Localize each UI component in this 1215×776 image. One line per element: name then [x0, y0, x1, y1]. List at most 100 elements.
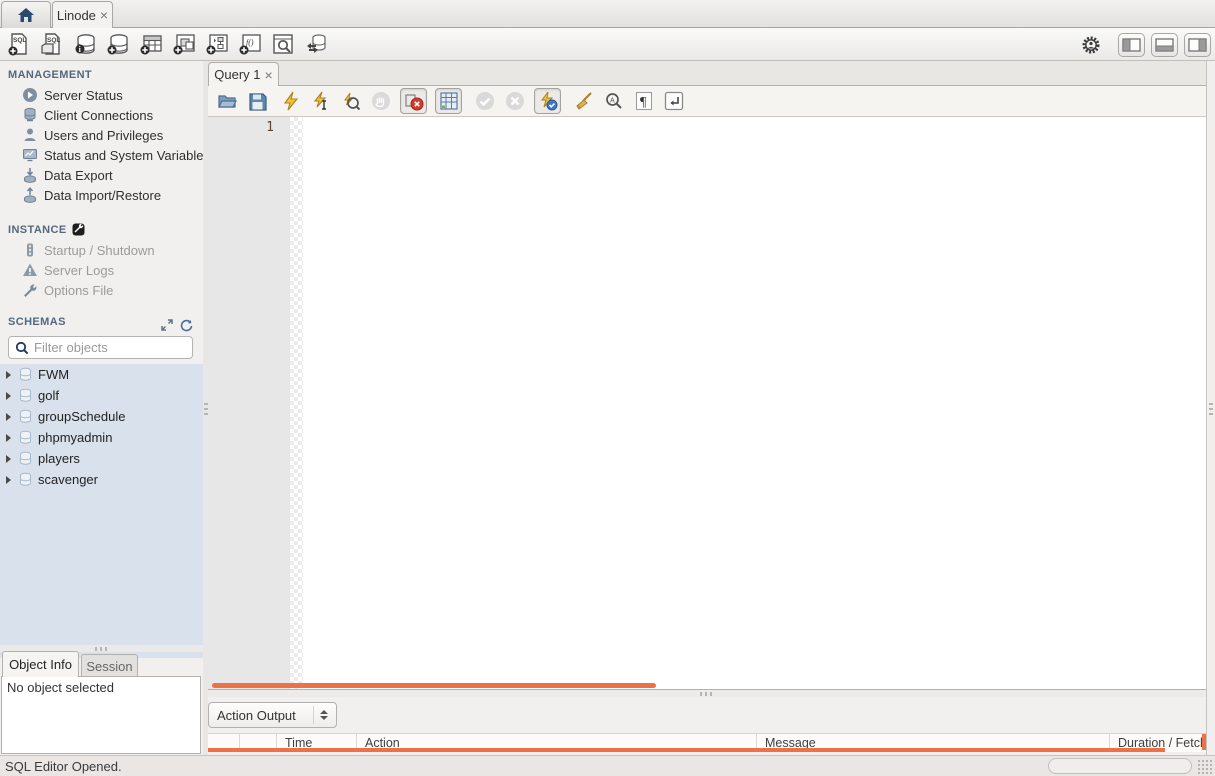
tab-object-info[interactable]: Object Info	[2, 651, 79, 677]
chevron-right-icon[interactable]	[6, 475, 11, 484]
search-table-data-icon[interactable]	[270, 31, 296, 57]
svg-text:A: A	[610, 98, 615, 105]
server-logs-icon	[22, 262, 38, 278]
output-horizontal-scrollbar[interactable]	[208, 748, 1165, 752]
autocommit-toggle[interactable]	[534, 88, 561, 114]
line-number-gutter: 1	[208, 117, 290, 689]
main-toolbar: SQL SQL i f()	[0, 28, 1215, 61]
find-icon[interactable]: A	[603, 90, 625, 112]
create-view-icon[interactable]	[171, 31, 197, 57]
open-script-icon[interactable]	[216, 90, 238, 112]
schema-filter-input[interactable]	[34, 340, 210, 355]
data-import-icon	[22, 187, 38, 203]
sidebar-item-data-import[interactable]: Data Import/Restore	[0, 185, 203, 205]
refresh-icon[interactable]	[180, 319, 193, 332]
sql-code-editor[interactable]: 1	[208, 117, 1206, 690]
sidebar-item-data-export[interactable]: Data Export	[0, 165, 203, 185]
limit-rows-toggle[interactable]	[435, 88, 462, 114]
chevron-right-icon[interactable]	[6, 433, 11, 442]
editor-horizontal-scrollbar[interactable]	[212, 683, 656, 688]
close-icon[interactable]: ×	[265, 68, 273, 82]
chevron-right-icon[interactable]	[6, 412, 11, 421]
sidebar-item-server-logs[interactable]: Server Logs	[0, 260, 203, 280]
schema-icon	[18, 430, 33, 445]
sidebar-item-system-variables[interactable]: Status and System Variables	[0, 145, 203, 165]
right-splitter[interactable]	[1206, 61, 1215, 755]
chevron-right-icon[interactable]	[6, 391, 11, 400]
commit-icon[interactable]	[474, 90, 496, 112]
home-tab[interactable]	[1, 1, 51, 28]
document-tab-bar: Linode ×	[0, 0, 1215, 28]
schema-list: FWM golf groupSchedule phpmyadmin player	[0, 364, 203, 658]
chevron-right-icon[interactable]	[6, 454, 11, 463]
query-tab-bar: Query 1 ×	[208, 61, 1206, 86]
toggle-output-area-button[interactable]	[1151, 32, 1178, 57]
svg-text:¶: ¶	[640, 95, 647, 110]
svg-text:f(): f()	[246, 38, 254, 47]
output-view-selector[interactable]: Action Output	[208, 702, 337, 728]
sidebar-item-users-privileges[interactable]: Users and Privileges	[0, 125, 203, 145]
save-script-icon[interactable]	[246, 90, 268, 112]
schema-inspector-icon[interactable]: i	[72, 31, 98, 57]
create-schema-icon[interactable]	[105, 31, 131, 57]
management-section-title: MANAGEMENT	[8, 69, 93, 81]
home-icon	[17, 7, 35, 23]
create-procedure-icon[interactable]	[204, 31, 230, 57]
schema-row-fwm[interactable]: FWM	[0, 364, 203, 385]
connection-tab-linode[interactable]: Linode ×	[52, 1, 113, 28]
client-connections-icon	[22, 107, 38, 123]
wrench-badge-icon	[72, 223, 85, 236]
schema-row-scavenger[interactable]: scavenger	[0, 469, 203, 490]
explain-icon[interactable]	[340, 90, 362, 112]
beautify-icon[interactable]	[573, 90, 595, 112]
schema-icon	[18, 367, 33, 382]
schema-row-players[interactable]: players	[0, 448, 203, 469]
execute-current-icon[interactable]	[310, 90, 332, 112]
open-sql-script-icon[interactable]: SQL	[39, 31, 65, 57]
activity-gear-icon	[1078, 32, 1104, 58]
sql-editor-area: Query 1 × A ¶ 1 Action Output Time Actio…	[208, 61, 1206, 755]
mysql-workbench-window: Linode × SQL SQL i f() MANAGEMENT Server…	[0, 0, 1215, 776]
sql-editor-toolbar: A ¶	[208, 86, 1206, 117]
output-splitter[interactable]	[208, 690, 1206, 697]
create-function-icon[interactable]: f()	[237, 31, 263, 57]
reconnect-dbms-icon[interactable]	[303, 31, 329, 57]
tab-session[interactable]: Session	[81, 654, 138, 677]
rollback-icon[interactable]	[504, 90, 526, 112]
schema-filter	[8, 336, 210, 359]
main-toolbar-left: SQL SQL i f()	[0, 31, 329, 57]
execute-icon[interactable]	[280, 90, 302, 112]
schema-row-golf[interactable]: golf	[0, 385, 203, 406]
toggle-left-sidebar-button[interactable]	[1118, 32, 1145, 57]
toggle-right-sidebar-button[interactable]	[1184, 32, 1211, 57]
new-sql-tab-icon[interactable]: SQL	[6, 31, 32, 57]
main-toolbar-right	[1078, 28, 1211, 61]
wrap-text-icon[interactable]	[663, 90, 685, 112]
schema-row-groupschedule[interactable]: groupSchedule	[0, 406, 203, 427]
sidebar-item-startup-shutdown[interactable]: Startup / Shutdown	[0, 240, 203, 260]
selector-spinner-icon	[313, 706, 328, 724]
schema-row-phpmyadmin[interactable]: phpmyadmin	[0, 427, 203, 448]
invisible-chars-icon[interactable]: ¶	[633, 90, 655, 112]
navigator-sidebar: MANAGEMENT Server Status Client Connecti…	[0, 61, 210, 755]
line-number: 1	[266, 120, 274, 135]
output-vertical-scrollbar[interactable]	[1202, 734, 1206, 750]
svg-text:SQL: SQL	[13, 37, 26, 44]
tab-query-1[interactable]: Query 1 ×	[208, 62, 279, 86]
users-privileges-icon	[22, 127, 38, 143]
stop-on-error-toggle[interactable]	[400, 88, 427, 114]
chevron-right-icon[interactable]	[6, 370, 11, 379]
resize-grip[interactable]	[1197, 759, 1213, 774]
stop-icon[interactable]	[370, 90, 392, 112]
svg-text:SQL: SQL	[47, 37, 60, 44]
sidebar-item-server-status[interactable]: Server Status	[0, 85, 203, 105]
instance-section-title: INSTANCE	[0, 205, 203, 240]
sidebar-item-options-file[interactable]: Options File	[0, 280, 203, 300]
status-progress-pill	[1048, 758, 1192, 774]
create-table-icon[interactable]	[138, 31, 164, 57]
close-icon[interactable]: ×	[100, 8, 108, 22]
expand-panel-icon[interactable]	[161, 319, 173, 332]
status-text: SQL Editor Opened.	[5, 758, 122, 774]
object-info-text: No object selected	[7, 680, 114, 695]
sidebar-item-client-connections[interactable]: Client Connections	[0, 105, 203, 125]
